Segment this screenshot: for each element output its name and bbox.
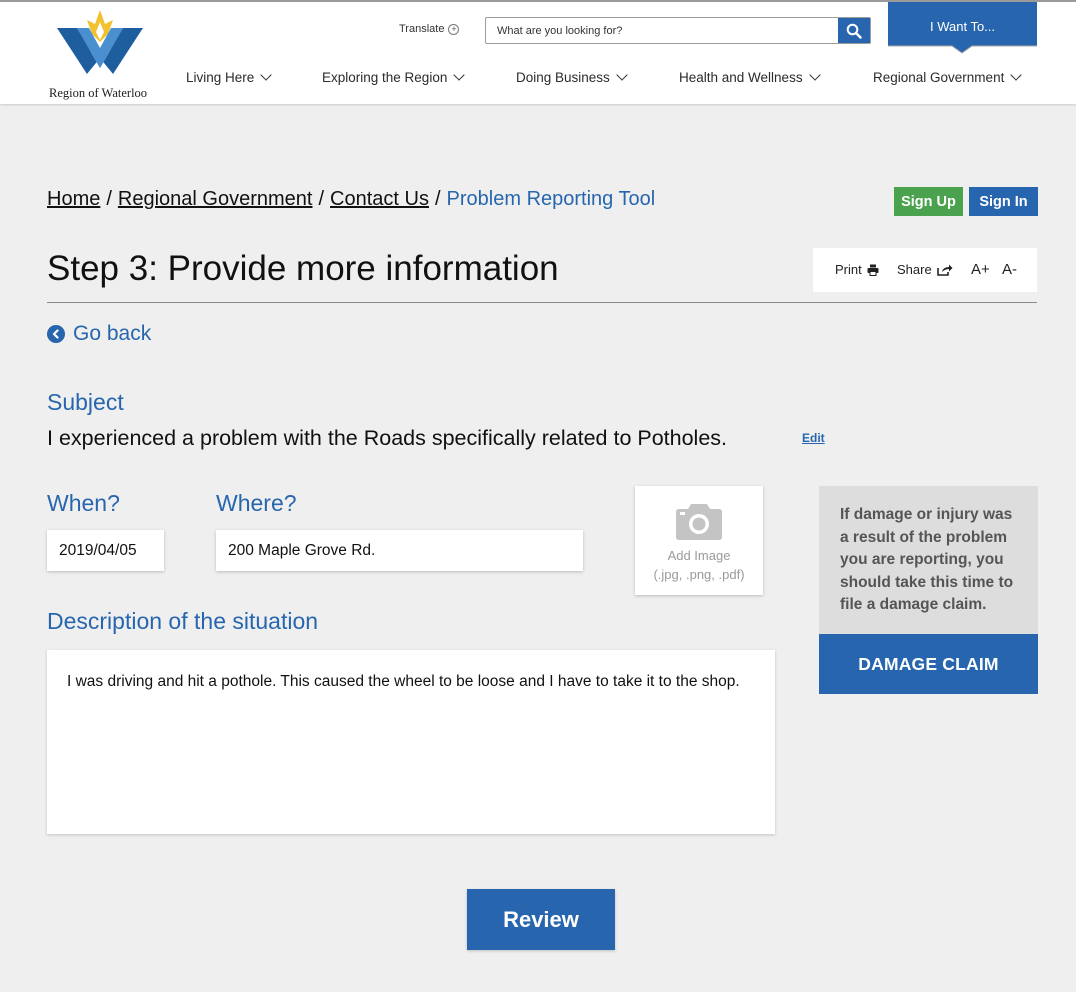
nav-label: Health and Wellness	[679, 70, 803, 85]
chevron-down-icon	[453, 69, 466, 81]
nav-exploring-the-region[interactable]: Exploring the Region	[322, 69, 466, 85]
breadcrumb: Home / Regional Government / Contact Us / Prob…	[47, 188, 655, 211]
search-input[interactable]	[486, 18, 838, 43]
chevron-down-icon	[616, 69, 628, 81]
nav-regional-government[interactable]: Regional Government	[873, 69, 1022, 85]
nav-label: Living Here	[186, 70, 255, 85]
translate-label: Translate	[399, 23, 445, 35]
breadcrumb-regional-government[interactable]: Regional Government	[118, 188, 313, 210]
logo-text: Region of Waterloo	[49, 86, 148, 100]
search-icon	[846, 23, 862, 39]
chevron-down-icon	[808, 69, 821, 81]
subject-heading: Subject	[47, 389, 124, 415]
nav-health-and-wellness[interactable]: Health and Wellness	[679, 69, 821, 85]
printer-icon	[867, 264, 879, 276]
plus-circle-icon: +	[448, 23, 460, 35]
nav-label: Doing Business	[516, 70, 610, 85]
site-header: Region of Waterloo Translate + I Want To…	[0, 0, 1076, 104]
font-decrease-button[interactable]: A-	[1002, 261, 1017, 278]
sign-in-button[interactable]: Sign In	[969, 187, 1038, 216]
chevron-left-circle-icon	[47, 325, 65, 343]
when-heading: When?	[47, 490, 120, 516]
share-button[interactable]: Share	[897, 262, 953, 277]
breadcrumb-current: Problem Reporting Tool	[446, 188, 656, 210]
page-title: Step 3: Provide more information	[47, 249, 559, 288]
breadcrumb-contact-us[interactable]: Contact Us	[330, 188, 429, 210]
damage-claim-text: If damage or injury was a result of the …	[840, 506, 1014, 613]
translate-link[interactable]: Translate +	[399, 23, 460, 35]
date-field[interactable]	[47, 530, 164, 571]
add-image-button[interactable]: Add Image (.jpg, .png, .pdf)	[635, 486, 763, 595]
search-bar	[485, 17, 871, 44]
where-heading: Where?	[216, 490, 297, 516]
add-image-formats: (.jpg, .png, .pdf)	[653, 567, 745, 582]
logo-mark-icon	[57, 10, 143, 74]
i-want-to-label: I Want To...	[929, 19, 996, 34]
sign-up-button[interactable]: Sign Up	[894, 187, 963, 216]
damage-claim-button[interactable]: DAMAGE CLAIM	[819, 634, 1038, 694]
print-button[interactable]: Print	[835, 262, 879, 277]
title-divider	[47, 302, 1037, 303]
share-label: Share	[897, 262, 932, 277]
location-field[interactable]	[216, 530, 583, 571]
i-want-to-button[interactable]: I Want To...	[888, 2, 1037, 54]
font-increase-button[interactable]: A+	[971, 261, 990, 278]
edit-subject-link[interactable]: Edit	[802, 431, 825, 445]
nav-doing-business[interactable]: Doing Business	[516, 69, 628, 85]
go-back-label: Go back	[73, 322, 152, 345]
nav-living-here[interactable]: Living Here	[186, 69, 272, 85]
search-button[interactable]	[838, 18, 870, 43]
add-image-label: Add Image	[667, 548, 731, 563]
breadcrumb-separator: /	[434, 188, 441, 210]
nav-label: Regional Government	[873, 70, 1005, 85]
chevron-down-icon	[260, 69, 272, 81]
nav-label: Exploring the Region	[322, 70, 448, 85]
chevron-down-icon	[1010, 69, 1022, 81]
breadcrumb-separator: /	[318, 188, 325, 210]
description-textarea[interactable]: I was driving and hit a pothole. This ca…	[47, 650, 775, 834]
camera-icon	[676, 504, 722, 540]
go-back-link[interactable]: Go back	[47, 322, 151, 346]
print-label: Print	[835, 262, 862, 277]
breadcrumb-home[interactable]: Home	[47, 188, 100, 210]
review-button[interactable]: Review	[467, 889, 615, 950]
breadcrumb-separator: /	[106, 188, 112, 210]
description-heading: Description of the situation	[47, 608, 319, 634]
damage-claim-panel: If damage or injury was a result of the …	[819, 486, 1038, 634]
region-of-waterloo-logo[interactable]: Region of Waterloo	[47, 10, 157, 100]
share-icon	[936, 264, 953, 276]
page-tools: Print Share A+ A-	[813, 248, 1037, 292]
subject-text: I experienced a problem with the Roads s…	[47, 426, 728, 450]
